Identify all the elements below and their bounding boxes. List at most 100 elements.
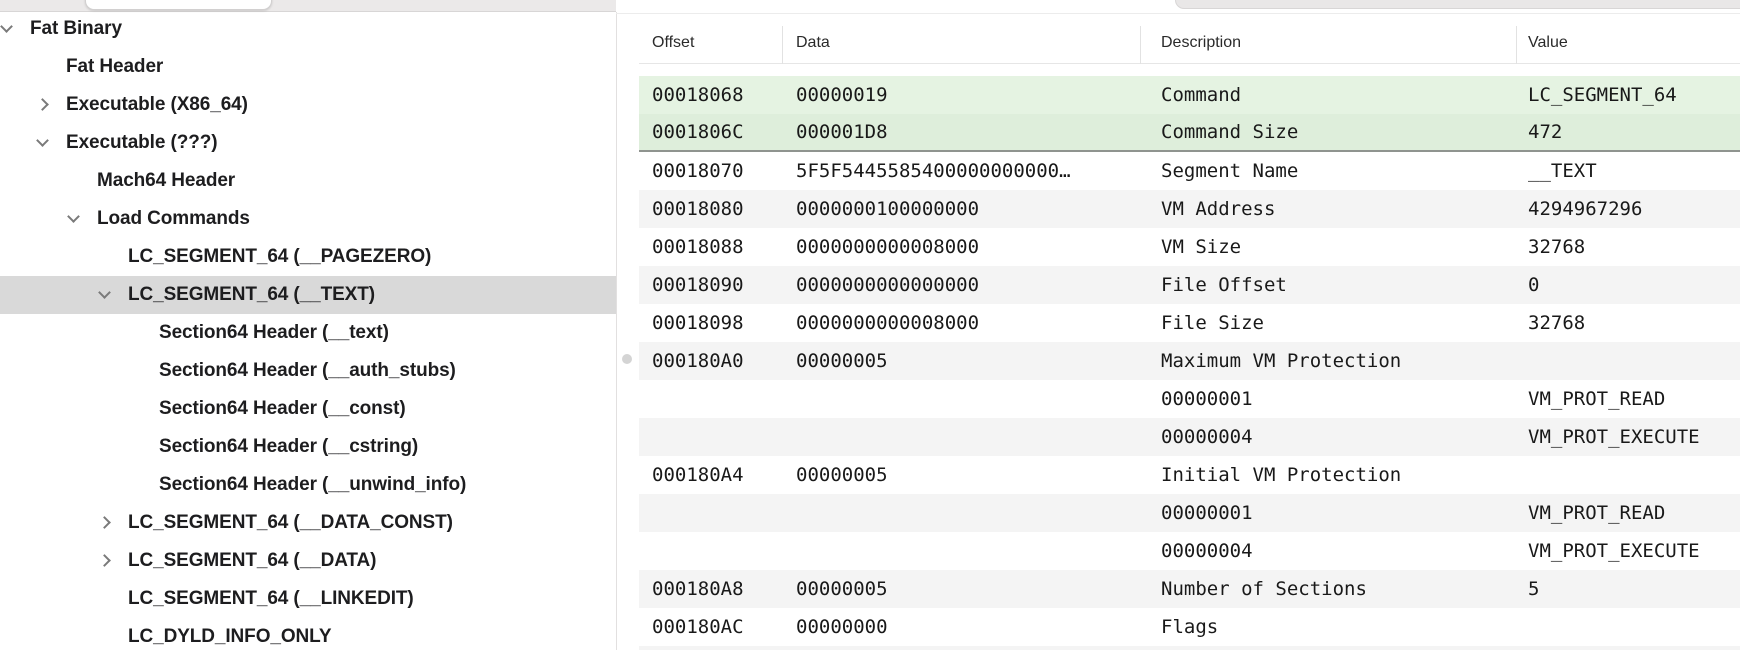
- cell-data: 00000019: [782, 76, 1140, 114]
- tree-item-label: Load Commands: [97, 200, 250, 238]
- tree-item[interactable]: Mach64 Header: [0, 162, 616, 200]
- chevron-right-icon[interactable]: [36, 98, 49, 111]
- tree-item-label: LC_SEGMENT_64 (__DATA_CONST): [128, 504, 453, 542]
- table-header-row: Offset Data Description Value: [639, 14, 1740, 64]
- tree-item[interactable]: Section64 Header (__cstring): [0, 428, 616, 466]
- tree-item[interactable]: LC_SEGMENT_64 (__LINKEDIT): [0, 580, 616, 618]
- table-row[interactable]: 00000001VM_PROT_READ: [639, 494, 1740, 532]
- cell-data: 0000000100000000: [782, 190, 1140, 228]
- tree-item[interactable]: LC_SEGMENT_64 (__DATA_CONST): [0, 504, 616, 542]
- column-header-data[interactable]: Data: [782, 14, 1140, 72]
- column-separator: [782, 26, 783, 64]
- tree-item[interactable]: Section64 Header (__unwind_info): [0, 466, 616, 504]
- table-row[interactable]: 000180AC00000000Flags: [639, 608, 1740, 646]
- cell-data: 0000000000000000: [782, 266, 1140, 304]
- cell-description: Flags: [1140, 608, 1516, 646]
- cell-offset: 00018068: [639, 76, 782, 114]
- tree-item[interactable]: Executable (X86_64): [0, 86, 616, 124]
- toolbar-segmented-tab[interactable]: [85, 0, 272, 10]
- tree-item[interactable]: LC_SEGMENT_64 (__TEXT): [0, 276, 616, 314]
- tree-item[interactable]: Load Commands: [0, 200, 616, 238]
- cell-value: 5: [1516, 570, 1740, 608]
- chevron-down-icon[interactable]: [36, 134, 49, 147]
- tree-item-label: Executable (???): [66, 124, 217, 162]
- cell-offset: 00018070: [639, 152, 782, 190]
- splitter-handle-dot[interactable]: [622, 354, 632, 364]
- toolbar-right-field[interactable]: [1175, 0, 1740, 9]
- table-row[interactable]: 0001806C000001D8Command Size472: [639, 114, 1740, 152]
- tree-item[interactable]: Section64 Header (__const): [0, 390, 616, 428]
- tree-item[interactable]: Section64 Header (__text): [0, 314, 616, 352]
- cell-data: [782, 380, 1140, 418]
- tree-item-label: LC_DYLD_INFO_ONLY: [128, 618, 331, 650]
- cell-description: File Size: [1140, 304, 1516, 342]
- chevron-right-icon[interactable]: [98, 516, 111, 529]
- table-row[interactable]: 000180800000000100000000VM Address429496…: [639, 190, 1740, 228]
- table-row[interactable]: 000180A400000005Initial VM Protection: [639, 456, 1740, 494]
- tree-item-label: LC_SEGMENT_64 (__DATA): [128, 542, 376, 580]
- chevron-down-icon[interactable]: [67, 210, 80, 223]
- tree-item[interactable]: LC_DYLD_INFO_ONLY: [0, 618, 616, 650]
- cell-data: 0000000000008000: [782, 304, 1140, 342]
- chevron-down-icon[interactable]: [0, 20, 13, 33]
- cell-data: 00000005: [782, 570, 1140, 608]
- tree-item-label: LC_SEGMENT_64 (__LINKEDIT): [128, 580, 414, 618]
- cell-description: 00000001: [1140, 380, 1516, 418]
- tree-item[interactable]: Fat Header: [0, 48, 616, 86]
- cell-description: Segment Name: [1140, 152, 1516, 190]
- tree-item-label: Executable (X86_64): [66, 86, 248, 124]
- tree-item[interactable]: Executable (???): [0, 124, 616, 162]
- tree-item-label: LC_SEGMENT_64 (__TEXT): [128, 276, 375, 314]
- pane-splitter[interactable]: [616, 12, 639, 650]
- cell-offset: 0001806C: [639, 114, 782, 150]
- table-row[interactable]: 000180900000000000000000File Offset0: [639, 266, 1740, 304]
- cell-offset: 000180A8: [639, 570, 782, 608]
- cell-description: Command Size: [1140, 114, 1516, 150]
- tree-item[interactable]: Fat Binary: [0, 12, 616, 48]
- tree-item-label: Section64 Header (__auth_stubs): [159, 352, 456, 390]
- cell-value: VM_PROT_READ: [1516, 380, 1740, 418]
- cell-data: [782, 418, 1140, 456]
- table-row[interactable]: 000180880000000000008000VM Size32768: [639, 228, 1740, 266]
- cell-description: Number of Sections: [1140, 570, 1516, 608]
- cell-offset: 000180A0: [639, 342, 782, 380]
- cell-value: 32768: [1516, 304, 1740, 342]
- cell-data: 5F5F5445585400000000000…: [782, 152, 1140, 190]
- cell-offset: 00018088: [639, 228, 782, 266]
- tree-item[interactable]: LC_SEGMENT_64 (__PAGEZERO): [0, 238, 616, 276]
- column-header-offset[interactable]: Offset: [639, 14, 782, 72]
- table-row[interactable]: 000180980000000000008000File Size32768: [639, 304, 1740, 342]
- table-row[interactable]: 000180A800000005Number of Sections5: [639, 570, 1740, 608]
- tree-item[interactable]: Section64 Header (__auth_stubs): [0, 352, 616, 390]
- table-row[interactable]: 000180705F5F5445585400000000000…Segment …: [639, 152, 1740, 190]
- chevron-right-icon[interactable]: [98, 554, 111, 567]
- cell-value: LC_SEGMENT_64: [1516, 76, 1740, 114]
- tree-list: Fat BinaryFat HeaderExecutable (X86_64)E…: [0, 12, 616, 650]
- cell-data: 00000005: [782, 456, 1140, 494]
- cell-value: VM_PROT_READ: [1516, 494, 1740, 532]
- cell-offset: [639, 380, 782, 418]
- cell-data: 000001D8: [782, 114, 1140, 150]
- table-row[interactable]: 00000004VM_PROT_EXECUTE: [639, 418, 1740, 456]
- cell-description: 00000001: [1140, 494, 1516, 532]
- cell-value: VM_PROT_EXECUTE: [1516, 532, 1740, 570]
- table-row[interactable]: 00000001VM_PROT_READ: [639, 380, 1740, 418]
- cell-value: VM_PROT_EXECUTE: [1516, 418, 1740, 456]
- cell-description: VM Size: [1140, 228, 1516, 266]
- cell-value: __TEXT: [1516, 152, 1740, 190]
- cell-value: 0: [1516, 266, 1740, 304]
- cell-value: [1516, 342, 1740, 380]
- cell-offset: 00018090: [639, 266, 782, 304]
- column-header-value[interactable]: Value: [1516, 14, 1740, 72]
- table-row[interactable]: 0001806800000019CommandLC_SEGMENT_64: [639, 76, 1740, 114]
- cell-description: Maximum VM Protection: [1140, 342, 1516, 380]
- table-row[interactable]: 00000004VM_PROT_EXECUTE: [639, 532, 1740, 570]
- column-header-description[interactable]: Description: [1140, 14, 1516, 72]
- table-row[interactable]: 000180A000000005Maximum VM Protection: [639, 342, 1740, 380]
- cell-offset: 00018098: [639, 304, 782, 342]
- cell-data: [782, 532, 1140, 570]
- chevron-down-icon[interactable]: [98, 286, 111, 299]
- tree-item[interactable]: LC_SEGMENT_64 (__DATA): [0, 542, 616, 580]
- cell-data: [782, 494, 1140, 532]
- tree-item-label: Section64 Header (__cstring): [159, 428, 418, 466]
